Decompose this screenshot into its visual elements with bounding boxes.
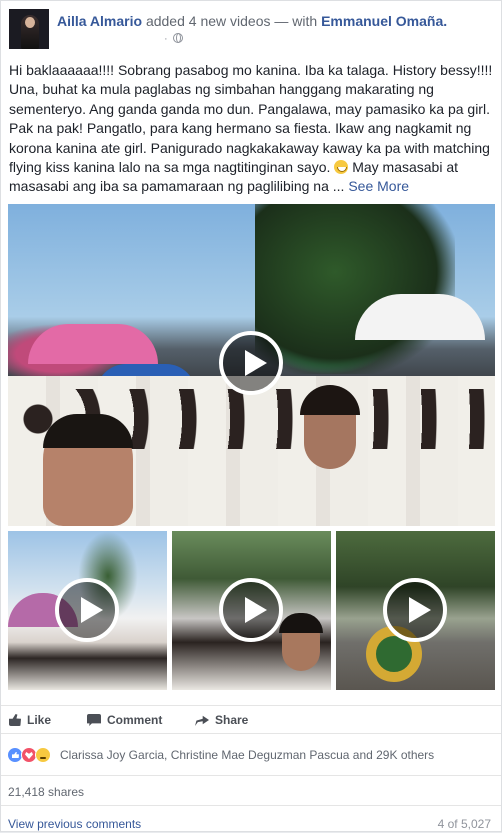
reactions-summary[interactable]: Clarissa Joy Garcia, Christine Mae Deguz…	[1, 733, 501, 775]
video-person	[43, 414, 133, 526]
shares-row: 21,418 shares	[1, 775, 501, 805]
grinning-face-emoji-icon	[334, 160, 349, 175]
author-name-link[interactable]: Ailla Almario	[57, 13, 142, 29]
play-icon[interactable]	[55, 578, 119, 642]
sad-reaction-icon	[35, 747, 51, 763]
post-text-line: korona kanina ate girl. Panigurado nagka…	[9, 139, 490, 156]
action-bar: Like Comment Share	[1, 705, 501, 733]
comment-count: 4 of 5,027	[437, 817, 491, 831]
see-more-link[interactable]: See More	[348, 178, 409, 194]
play-icon[interactable]	[219, 331, 283, 395]
video-thumb-2[interactable]	[172, 531, 331, 690]
share-button[interactable]: Share	[195, 713, 248, 727]
thumbs-up-icon	[9, 714, 21, 726]
video-thumb-3[interactable]	[336, 531, 495, 690]
view-previous-comments-link[interactable]: View previous comments	[8, 817, 141, 831]
avatar-face	[25, 17, 35, 28]
post-text-fragment: masasabi ang iba sa pamamaraan ng paglil…	[9, 178, 349, 195]
video-umbrella	[355, 294, 485, 340]
with-text: — with	[274, 13, 318, 29]
share-label: Share	[215, 713, 249, 727]
comment-label: Comment	[107, 713, 163, 727]
like-button[interactable]: Like	[9, 713, 51, 727]
post-text-line: flying kiss kanina lalo na sa mga nagtit…	[9, 158, 497, 177]
post-text-line: Una, buhat ka mula paglabas ng simbahan …	[9, 81, 434, 98]
video-trees	[255, 204, 455, 374]
post-text-line: Pak na pak! Pangatlo, para kang hermano …	[9, 120, 472, 137]
comments-row: View previous comments 4 of 5,027	[1, 805, 501, 833]
like-label: Like	[27, 713, 52, 727]
header-line: Ailla Almario added 4 new videos — with …	[57, 13, 447, 29]
post-text-line: masasabi ang iba sa pamamaraan ng paglil…	[9, 177, 497, 196]
video-thumb-1[interactable]	[8, 531, 167, 690]
post-text-fragment: May masasabi at	[348, 159, 459, 176]
post-meta: ·	[164, 33, 183, 45]
play-icon[interactable]	[383, 578, 447, 642]
reaction-names[interactable]: Clarissa Joy Garcia, Christine Mae Deguz…	[60, 748, 434, 762]
meta-dot: ·	[164, 33, 168, 45]
comment-button[interactable]: Comment	[87, 713, 162, 727]
share-arrow-icon	[195, 715, 209, 726]
post-text-line: Hi baklaaaaaa!!!! Sobrang pasabog mo kan…	[9, 62, 493, 78]
video-umbrella	[28, 324, 158, 364]
post-text-fragment: flying kiss kanina lalo na sa mga nagtit…	[9, 159, 331, 176]
shares-count-link[interactable]: 21,418 shares	[8, 785, 84, 799]
post-text-line: sementeryo. Ang ganda ganda mo dun. Pang…	[9, 100, 490, 117]
post-header: Ailla Almario added 4 new videos — with …	[9, 9, 493, 51]
post-action-text: added 4 new videos	[145, 13, 271, 29]
post-card: Ailla Almario added 4 new videos — with …	[0, 0, 502, 832]
globe-icon[interactable]	[172, 33, 183, 43]
tagged-user-link[interactable]: Emmanuel Omaña.	[321, 13, 447, 29]
video-main[interactable]	[8, 204, 495, 526]
video-person	[279, 613, 323, 671]
play-icon[interactable]	[219, 578, 283, 642]
post-text: Hi baklaaaaaa!!!! Sobrang pasabog mo kan…	[9, 61, 497, 197]
author-avatar[interactable]	[9, 9, 49, 49]
comment-icon	[87, 714, 101, 726]
video-person	[300, 385, 360, 469]
